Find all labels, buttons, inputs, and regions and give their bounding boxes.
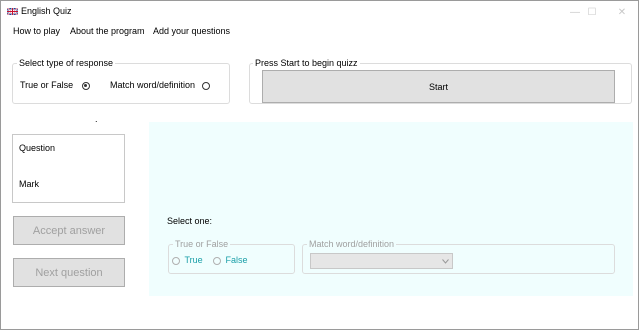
window-title: English Quiz: [21, 6, 72, 16]
start-group-legend: Press Start to begin quizz: [253, 58, 360, 69]
menu-bar: How to play About the program Add your q…: [1, 23, 638, 39]
mark-label: Mark: [19, 179, 39, 189]
close-icon: ✕: [617, 6, 627, 18]
radio-match-label: Match word/definition: [110, 80, 196, 90]
title-bar[interactable]: English Quiz — ☐ ✕: [1, 1, 638, 23]
question-box: Question Mark: [12, 134, 125, 203]
close-button[interactable]: ✕: [606, 1, 638, 23]
start-group: Press Start to begin quizz Start: [249, 58, 632, 104]
answer-match-group: Match word/definition: [302, 239, 615, 274]
radio-true-false-label: True or False: [20, 80, 74, 90]
answer-true-label: True: [184, 255, 203, 265]
match-dropdown[interactable]: [310, 253, 453, 269]
answer-false-radio[interactable]: False: [213, 255, 248, 265]
answer-true-indicator[interactable]: [172, 256, 180, 265]
radio-true-false[interactable]: True or False: [20, 80, 90, 90]
uk-flag-icon: [7, 8, 18, 15]
answer-tf-legend: True or False: [173, 239, 231, 250]
chevron-down-icon: [442, 259, 449, 264]
app-window: English Quiz — ☐ ✕ How to play About the…: [0, 0, 639, 330]
answer-false-label: False: [225, 255, 248, 265]
maximize-button[interactable]: ☐: [576, 1, 608, 23]
radio-match[interactable]: Match word/definition: [110, 80, 210, 90]
maximize-icon: ☐: [587, 6, 597, 18]
radio-true-false-indicator[interactable]: [81, 81, 90, 90]
start-button[interactable]: Start: [262, 70, 615, 103]
menu-add-questions[interactable]: Add your questions: [153, 26, 230, 36]
answer-false-indicator[interactable]: [213, 256, 221, 265]
answer-tf-group: True or False True False: [168, 239, 295, 274]
menu-about-program[interactable]: About the program: [70, 26, 145, 36]
radio-match-indicator[interactable]: [201, 81, 210, 90]
accept-answer-button[interactable]: Accept answer: [13, 216, 125, 245]
question-label: Question: [19, 143, 56, 153]
answer-panel: Select one: True or False True False Mat…: [149, 122, 633, 296]
answer-true-radio[interactable]: True: [172, 255, 203, 265]
status-dot: .: [95, 114, 98, 124]
menu-how-to-play[interactable]: How to play: [13, 26, 60, 36]
answer-match-legend: Match word/definition: [307, 239, 397, 250]
select-one-label: Select one:: [167, 216, 213, 226]
response-type-group: Select type of response True or False Ma…: [12, 58, 230, 104]
next-question-button[interactable]: Next question: [13, 258, 125, 287]
response-type-legend: Select type of response: [17, 58, 116, 69]
